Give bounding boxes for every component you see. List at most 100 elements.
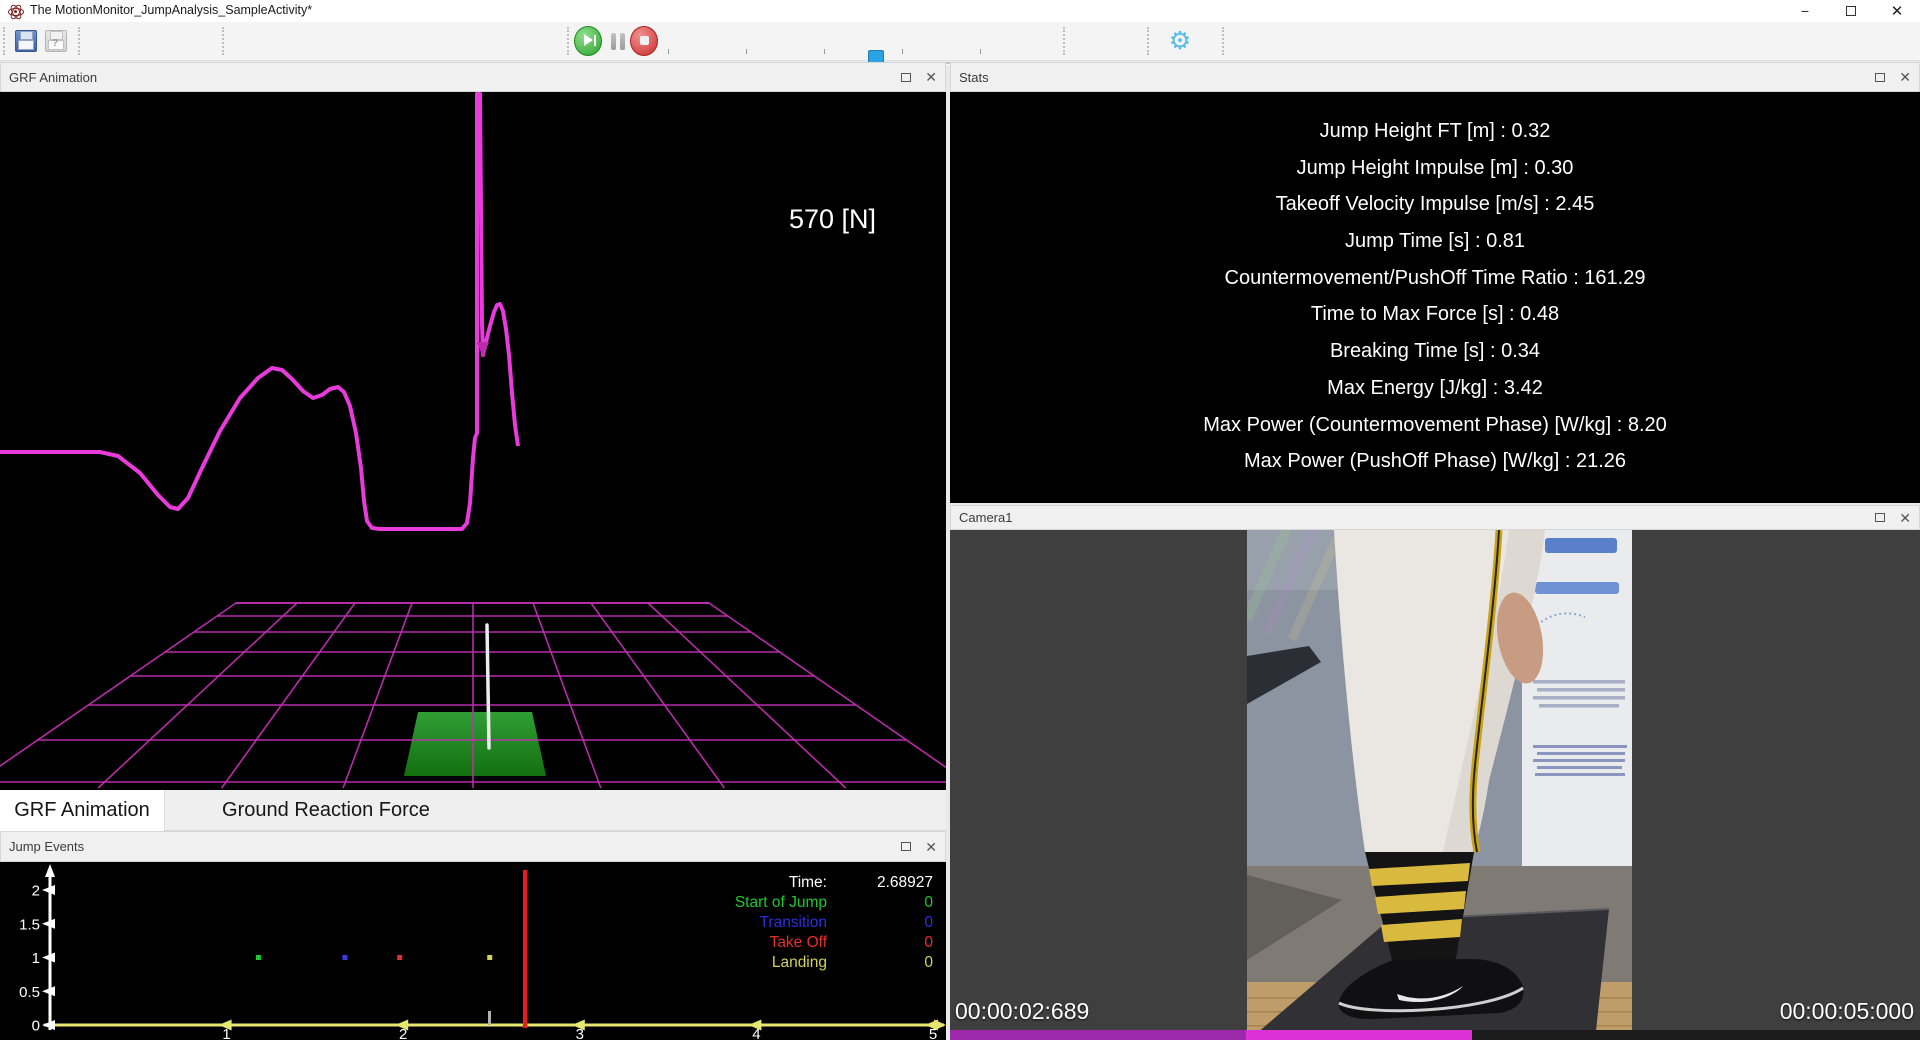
legend-row: Start of Jump0 [563,893,933,913]
window-title: The MotionMonitor_JumpAnalysis_SampleAct… [30,3,312,17]
toolbar-drag-handle[interactable] [78,27,80,55]
close-panel-icon[interactable]: ✕ [1899,511,1911,525]
grid-line [709,603,946,788]
grid-line [648,603,846,788]
legend-label: Time: [563,874,827,892]
toolbar-drag-handle[interactable] [1147,27,1149,55]
save-help-icon: ? [45,30,67,52]
tab-ground-reaction-force[interactable]: Ground Reaction Force [165,790,477,831]
legend-label: Start of Jump [563,894,827,912]
gear-icon: ⚙ [1169,29,1191,54]
event-marker-start-of-jump [256,955,261,960]
stat-line: Max Power (Countermovement Phase) [W/kg]… [950,407,1920,444]
legend-value: 0 [827,934,933,952]
legend-value: 0 [827,894,933,912]
toolbar-drag-handle[interactable] [222,27,224,55]
grf-3d-scene [0,92,946,790]
grf-panel-title: GRF Animation [9,70,97,85]
minimize-button[interactable]: − [1782,0,1828,22]
video-progress-bar[interactable] [950,1030,1920,1040]
stat-line: Breaking Time [s] : 0.34 [950,333,1920,370]
legend-value: 2.68927 [827,874,933,892]
x-tick-label: 2 [399,1026,407,1040]
stats-lines: Jump Height FT [m] : 0.32Jump Height Imp… [950,92,1920,480]
stat-line: Jump Height FT [m] : 0.32 [950,113,1920,150]
slider-ticks-top [668,49,1058,54]
video-progress-fill-dark [950,1030,1246,1040]
camera1-viewport[interactable]: 00:00:02:689 00:00:05:000 [950,530,1920,1040]
toolbar-drag-handle[interactable] [3,27,5,55]
float-panel-icon[interactable] [901,842,911,851]
save-as-button[interactable]: ? [42,27,70,55]
x-tick-label: 1 [222,1026,230,1040]
video-progress-fill-bright [1246,1030,1471,1040]
stat-line: Takeoff Velocity Impulse [m/s] : 2.45 [950,186,1920,223]
float-panel-icon[interactable] [1875,73,1885,82]
record-icon [630,26,658,56]
app-window: The MotionMonitor_JumpAnalysis_SampleAct… [0,0,1920,1040]
app-logo-icon [8,4,22,18]
legend-row: Landing0 [563,953,933,973]
save-button[interactable] [12,27,40,55]
y-axis-arrow [45,864,55,877]
grid-line [591,603,724,788]
jump-events-panel-header[interactable]: Jump Events ✕ [0,831,946,862]
float-panel-icon[interactable] [901,73,911,82]
toolbar-drag-handle[interactable] [1222,27,1224,55]
restore-icon [1846,6,1856,16]
legend-value: 0 [827,914,933,932]
grid-line [0,603,236,788]
toolbar-drag-handle[interactable] [1063,27,1065,55]
main-toolbar: ? ⚙ [0,22,1920,61]
close-panel-icon[interactable]: ✕ [1899,70,1911,84]
axis-marker-tick [488,1011,491,1025]
y-tick-label: 0 [32,1018,40,1035]
tab-grf-animation[interactable]: GRF Animation [0,790,165,831]
video-current-time: 00:00:02:689 [955,998,1089,1025]
video-total-time: 00:00:05:000 [1780,998,1914,1025]
grid-line [533,603,601,788]
force-vector-line [487,625,489,748]
record-stop-button[interactable] [630,27,658,55]
legend-label: Take Off [563,934,827,952]
grid-line [98,603,297,788]
event-marker-transition [342,955,347,960]
play-icon [574,26,602,56]
grf-tab-bar: GRF Animation Ground Reaction Force [0,790,946,831]
stat-line: Jump Time [s] : 0.81 [950,223,1920,260]
grid-line [222,603,355,788]
play-button[interactable] [574,27,602,55]
legend-value: 0 [827,954,933,972]
settings-button[interactable]: ⚙ [1166,27,1194,55]
y-tick-label: 2 [32,883,40,900]
grf-animation-viewport[interactable]: 570 [N] [0,92,946,790]
stats-readout: Jump Height FT [m] : 0.32Jump Height Imp… [950,92,1920,503]
legend-row: Transition0 [563,913,933,933]
jump-events-plot[interactable]: 1234500.511.52 Time:2.68927Start of Jump… [0,862,946,1040]
float-panel-icon[interactable] [1875,513,1885,522]
jump-events-legend: Time:2.68927Start of Jump0Transition0Tak… [563,873,933,973]
x-tick-label: 3 [576,1026,584,1040]
y-tick-label: 1.5 [19,916,40,933]
stat-line: Time to Max Force [s] : 0.48 [950,296,1920,333]
pause-button[interactable] [604,27,632,55]
time-cursor-line [523,870,528,1028]
grf-animation-panel-header[interactable]: GRF Animation ✕ [0,62,946,92]
jump-events-panel-title: Jump Events [9,839,84,854]
stats-panel-header[interactable]: Stats ✕ [950,62,1920,92]
restore-button[interactable] [1828,0,1874,22]
stat-line: Max Power (PushOff Phase) [W/kg] : 21.26 [950,443,1920,480]
close-panel-icon[interactable]: ✕ [925,70,937,84]
close-window-button[interactable]: ✕ [1874,0,1920,22]
stat-line: Max Energy [J/kg] : 3.42 [950,370,1920,407]
legend-label: Transition [563,914,827,932]
grid-line [343,603,412,788]
camera-video-frame [1247,530,1632,1040]
camera1-panel-header[interactable]: Camera1 ✕ [950,505,1920,530]
close-panel-icon[interactable]: ✕ [925,840,937,854]
toolbar-drag-handle[interactable] [567,27,569,55]
camera-panel-title: Camera1 [959,510,1012,525]
grf-curve [0,94,518,529]
stats-panel-title: Stats [959,70,989,85]
current-force-readout: 570 [N] [770,204,895,235]
